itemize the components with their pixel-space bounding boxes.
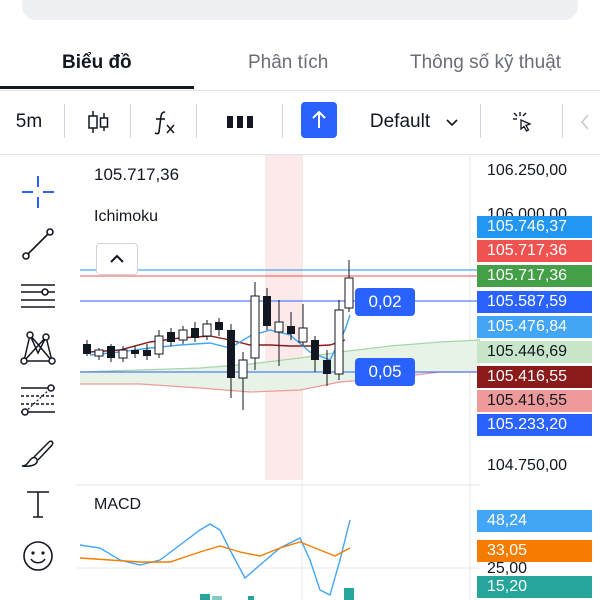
candle	[250, 295, 260, 359]
bars-icon	[227, 116, 253, 128]
divider	[480, 104, 481, 138]
candle	[202, 323, 212, 337]
lower-line-pill[interactable]: 0,05	[355, 358, 415, 386]
price-tag: 105.717,36	[477, 240, 592, 262]
axis-label-bottom: 104.750,00	[487, 457, 568, 474]
indicators-button[interactable]	[146, 92, 182, 152]
price-tag: 105.233,20	[477, 414, 592, 436]
ohlc-label: 105.717,36	[94, 165, 180, 184]
interval-label: 5m	[15, 111, 43, 132]
candle	[287, 326, 295, 334]
active-tab-indicator	[0, 86, 194, 89]
template-selector[interactable]: Default	[360, 92, 470, 152]
axis-label-top: 106.250,00	[487, 162, 568, 179]
histogram-bar	[200, 594, 210, 600]
indicator-label[interactable]: Ichimoku	[94, 208, 158, 226]
histogram-bar	[248, 596, 254, 600]
scroll-left-button[interactable]	[570, 92, 600, 152]
candle	[334, 309, 344, 375]
pattern-icon	[20, 331, 56, 365]
layout-button[interactable]	[220, 92, 260, 152]
price-tag: 105.476,84	[477, 316, 592, 338]
candle	[323, 360, 331, 374]
price-tag: 105.446,69	[477, 341, 592, 363]
candle	[215, 322, 223, 330]
drawing-toolbar	[0, 160, 76, 600]
divider	[130, 104, 131, 138]
upper-line-pill[interactable]: 0,02	[355, 288, 415, 316]
tab-specifications[interactable]: Thông số kỹ thuật	[410, 52, 561, 74]
candle	[311, 340, 319, 360]
top-handle-bar	[22, 0, 578, 20]
crosshair-icon	[22, 176, 54, 208]
collapse-indicators-button[interactable]	[96, 243, 138, 275]
price-tag: 105.746,37	[477, 216, 592, 238]
candles-icon	[88, 111, 109, 133]
crosshair-tool[interactable]	[18, 172, 58, 212]
brush-icon	[21, 440, 54, 467]
tab-bar: Biểu đồ Phân tích Thông số kỹ thuật	[0, 38, 600, 91]
macd-line	[79, 519, 351, 597]
candle	[274, 321, 284, 333]
trendline-icon	[22, 228, 54, 260]
divider	[196, 104, 197, 138]
candle	[107, 346, 115, 358]
histogram-tag: 15,20	[477, 576, 592, 598]
candle	[167, 332, 175, 342]
chevron-left-icon	[580, 114, 589, 130]
chart-type-button[interactable]	[80, 92, 116, 152]
candle	[143, 350, 151, 356]
candle	[263, 296, 271, 326]
text-icon	[27, 491, 49, 518]
candle	[154, 335, 164, 355]
chevron-down-icon	[446, 119, 458, 127]
chart-toolbar: 5m Default	[0, 92, 600, 155]
price-tag: 105.416,55	[477, 390, 592, 412]
scroll-to-latest-button[interactable]	[301, 102, 337, 138]
fib-tool[interactable]	[18, 380, 58, 420]
cursor-icon	[513, 112, 532, 132]
brush-tool[interactable]	[18, 432, 58, 472]
candle	[238, 359, 248, 379]
candle	[83, 344, 91, 354]
divider	[282, 104, 283, 138]
pattern-tool[interactable]	[18, 328, 58, 368]
tab-analysis[interactable]: Phân tích	[248, 52, 328, 74]
macd-tag: 48,24	[477, 510, 592, 532]
emoji-icon	[23, 541, 53, 571]
interval-selector[interactable]: 5m	[6, 92, 52, 152]
cursor-button[interactable]	[504, 92, 540, 152]
template-label: Default	[369, 111, 431, 132]
fib-icon	[21, 384, 55, 416]
price-tag: 105.587,59	[477, 291, 592, 313]
text-tool[interactable]	[18, 484, 58, 524]
divider	[562, 104, 563, 138]
trendline-tool[interactable]	[18, 224, 58, 264]
price-tag: 105.416,55	[477, 366, 592, 388]
candle	[298, 327, 308, 343]
histogram-bar	[212, 596, 222, 600]
function-icon	[154, 111, 175, 135]
price-tag: 105.717,36	[477, 265, 592, 287]
horizontal-lines-icon	[21, 284, 55, 308]
candle	[94, 349, 104, 357]
candle	[191, 328, 199, 338]
candle	[227, 330, 235, 378]
signal-tag: 33,05	[477, 540, 592, 562]
macd-label[interactable]: MACD	[94, 496, 141, 514]
candle	[178, 329, 188, 341]
tab-chart[interactable]: Biểu đồ	[62, 52, 132, 74]
divider	[64, 104, 65, 138]
arrow-up-icon	[312, 110, 326, 128]
candle	[131, 350, 139, 354]
chevron-up-icon	[110, 254, 124, 263]
candle	[118, 349, 128, 359]
histogram-bar	[344, 588, 354, 600]
emoji-tool[interactable]	[18, 536, 58, 576]
candle	[344, 277, 354, 309]
horizontal-lines-tool[interactable]	[18, 276, 58, 316]
